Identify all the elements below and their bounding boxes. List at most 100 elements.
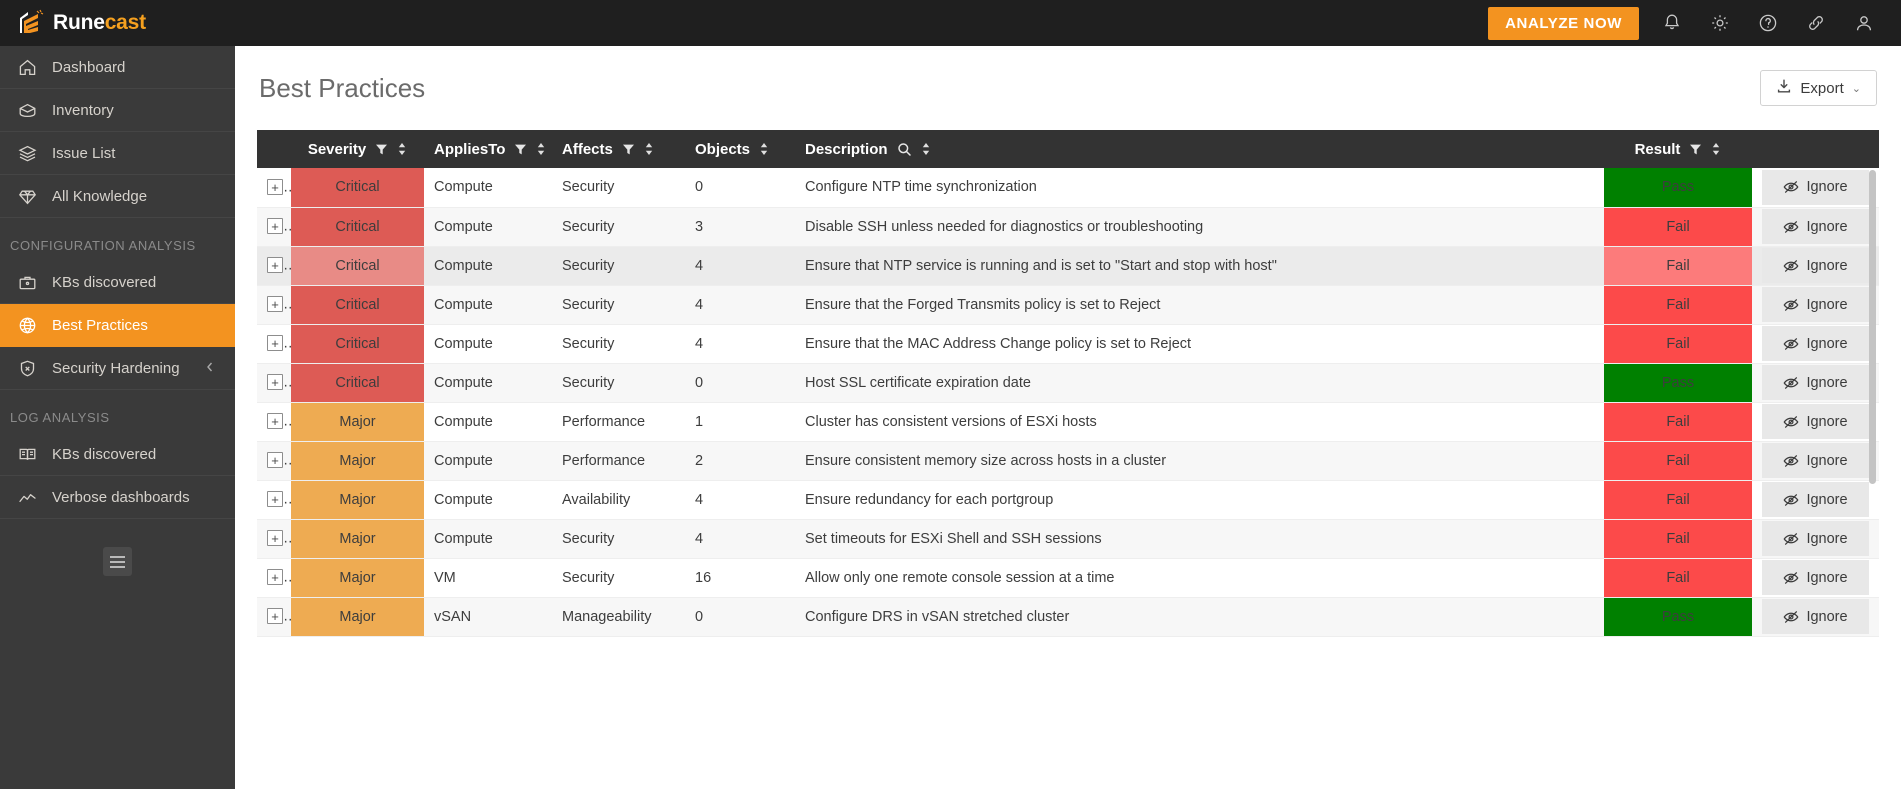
column-header-result[interactable]: Result: [1604, 130, 1752, 168]
sort-arrows-icon[interactable]: [536, 142, 546, 156]
sidebar-item-label: Security Hardening: [52, 360, 180, 377]
column-header-label[interactable]: Result: [1635, 141, 1681, 158]
expand-row-icon[interactable]: +: [267, 296, 283, 312]
sidebar-item-dashboard[interactable]: Dashboard: [0, 46, 235, 89]
brand-word-rune: Rune: [53, 11, 105, 34]
sidebar-collapse-toggle[interactable]: [103, 547, 132, 576]
ignore-button[interactable]: Ignore: [1762, 365, 1869, 400]
column-header-label[interactable]: Severity: [308, 141, 366, 158]
sidebar-item-verbose-dashboards[interactable]: Verbose dashboards: [0, 476, 235, 519]
filter-funnel-icon[interactable]: [375, 143, 388, 156]
applies-to-cell: Compute: [424, 168, 552, 207]
expand-row-icon[interactable]: +: [267, 335, 283, 351]
expand-row-icon[interactable]: +: [267, 530, 283, 546]
ignore-button[interactable]: Ignore: [1762, 599, 1869, 634]
sort-arrows-icon[interactable]: [644, 142, 654, 156]
column-header-label[interactable]: Affects: [562, 141, 613, 158]
table-row[interactable]: +CriticalComputeSecurity4Ensure that the…: [257, 324, 1879, 363]
row-expand-cell: +: [257, 558, 291, 597]
help-icon[interactable]: [1757, 12, 1779, 34]
expand-row-icon[interactable]: +: [267, 374, 283, 390]
column-header-appliesTo[interactable]: AppliesTo: [424, 130, 552, 168]
severity-label: Major: [339, 570, 375, 586]
table-row[interactable]: +CriticalComputeSecurity0Host SSL certif…: [257, 363, 1879, 402]
ignore-button[interactable]: Ignore: [1762, 287, 1869, 322]
sort-arrows-icon[interactable]: [759, 142, 769, 156]
expand-row-icon[interactable]: +: [267, 218, 283, 234]
eye-off-icon: [1783, 532, 1799, 546]
sort-arrows-icon[interactable]: [1711, 142, 1721, 156]
chevron-left-icon[interactable]: [205, 360, 215, 377]
affects-cell: Performance: [552, 402, 685, 441]
sidebar-item-kbs-discovered[interactable]: KBs discovered: [0, 433, 235, 476]
expand-row-icon[interactable]: +: [267, 491, 283, 507]
best-practices-table: Severity AppliesTo Affects Objects Descripti…: [257, 130, 1879, 637]
bell-icon[interactable]: [1661, 12, 1683, 34]
expand-row-icon[interactable]: +: [267, 608, 283, 624]
ignore-button[interactable]: Ignore: [1762, 482, 1869, 517]
ignore-button[interactable]: Ignore: [1762, 248, 1869, 283]
export-button[interactable]: Export ⌄: [1760, 70, 1877, 106]
filter-funnel-icon[interactable]: [514, 143, 527, 156]
filter-funnel-icon[interactable]: [1689, 143, 1702, 156]
sidebar-item-best-practices[interactable]: Best Practices: [0, 304, 235, 347]
table-row[interactable]: +MajorComputeAvailability4Ensure redunda…: [257, 480, 1879, 519]
analyze-now-button[interactable]: ANALYZE NOW: [1488, 7, 1639, 40]
ignore-button[interactable]: Ignore: [1762, 560, 1869, 595]
table-row[interactable]: +MajorComputePerformance2Ensure consiste…: [257, 441, 1879, 480]
ignore-button[interactable]: Ignore: [1762, 170, 1869, 205]
sidebar-item-all-knowledge[interactable]: All Knowledge: [0, 175, 235, 218]
table-row[interactable]: +CriticalComputeSecurity3Disable SSH unl…: [257, 207, 1879, 246]
sidebar-item-issue-list[interactable]: Issue List: [0, 132, 235, 175]
column-header-description[interactable]: Description: [795, 130, 1604, 168]
sort-arrows-icon[interactable]: [921, 142, 931, 156]
expand-row-icon[interactable]: +: [267, 569, 283, 585]
search-icon[interactable]: [897, 142, 912, 157]
table-row[interactable]: +CriticalComputeSecurity0Configure NTP t…: [257, 168, 1879, 207]
table-row[interactable]: +CriticalComputeSecurity4Ensure that NTP…: [257, 246, 1879, 285]
column-header-affects[interactable]: Affects: [552, 130, 685, 168]
expand-row-icon[interactable]: +: [267, 179, 283, 195]
column-header-label[interactable]: Description: [805, 141, 888, 158]
user-icon[interactable]: [1853, 12, 1875, 34]
severity-cell: Critical: [291, 207, 424, 246]
brand-logo-area[interactable]: Runecast: [0, 0, 235, 46]
ignore-button[interactable]: Ignore: [1762, 209, 1869, 244]
column-header-objects[interactable]: Objects: [685, 130, 795, 168]
severity-cell: Critical: [291, 285, 424, 324]
ignore-button[interactable]: Ignore: [1762, 404, 1869, 439]
ignore-button-label: Ignore: [1806, 375, 1847, 391]
result-badge-label: Fail: [1666, 570, 1689, 586]
expand-row-icon[interactable]: +: [267, 413, 283, 429]
table-row[interactable]: +MajorVMSecurity16Allow only one remote …: [257, 558, 1879, 597]
objects-count-cell: 4: [685, 324, 795, 363]
sidebar-item-inventory[interactable]: Inventory: [0, 89, 235, 132]
description-cell: Ensure consistent memory size across hos…: [795, 441, 1604, 480]
sidebar-item-label: KBs discovered: [52, 274, 156, 291]
link-icon[interactable]: [1805, 12, 1827, 34]
brand-title: Runecast: [53, 11, 146, 35]
download-icon: [1776, 78, 1792, 98]
expand-row-icon[interactable]: +: [267, 452, 283, 468]
table-head: Severity AppliesTo Affects Objects Descripti…: [257, 130, 1879, 168]
expand-row-icon[interactable]: +: [267, 257, 283, 273]
ignore-button[interactable]: Ignore: [1762, 443, 1869, 478]
column-header-label[interactable]: AppliesTo: [434, 141, 505, 158]
column-header-severity[interactable]: Severity: [291, 130, 424, 168]
ignore-button[interactable]: Ignore: [1762, 521, 1869, 556]
filter-funnel-icon[interactable]: [622, 143, 635, 156]
result-cell: Pass: [1604, 363, 1752, 402]
sort-arrows-icon[interactable]: [397, 142, 407, 156]
table-row[interactable]: +MajorComputePerformance1Cluster has con…: [257, 402, 1879, 441]
sidebar-item-kbs-discovered[interactable]: KBs discovered: [0, 261, 235, 304]
table-row[interactable]: +MajorvSANManageability0Configure DRS in…: [257, 597, 1879, 636]
sidebar-item-security-hardening[interactable]: Security Hardening: [0, 347, 235, 390]
column-header-label[interactable]: Objects: [695, 141, 750, 158]
table-row[interactable]: +MajorComputeSecurity4Set timeouts for E…: [257, 519, 1879, 558]
table-row[interactable]: +CriticalComputeSecurity4Ensure that the…: [257, 285, 1879, 324]
vertical-scrollbar-thumb[interactable]: [1869, 170, 1876, 484]
gear-icon[interactable]: [1709, 12, 1731, 34]
eye-off-icon: [1783, 571, 1799, 585]
eye-off-icon: [1783, 337, 1799, 351]
ignore-button[interactable]: Ignore: [1762, 326, 1869, 361]
